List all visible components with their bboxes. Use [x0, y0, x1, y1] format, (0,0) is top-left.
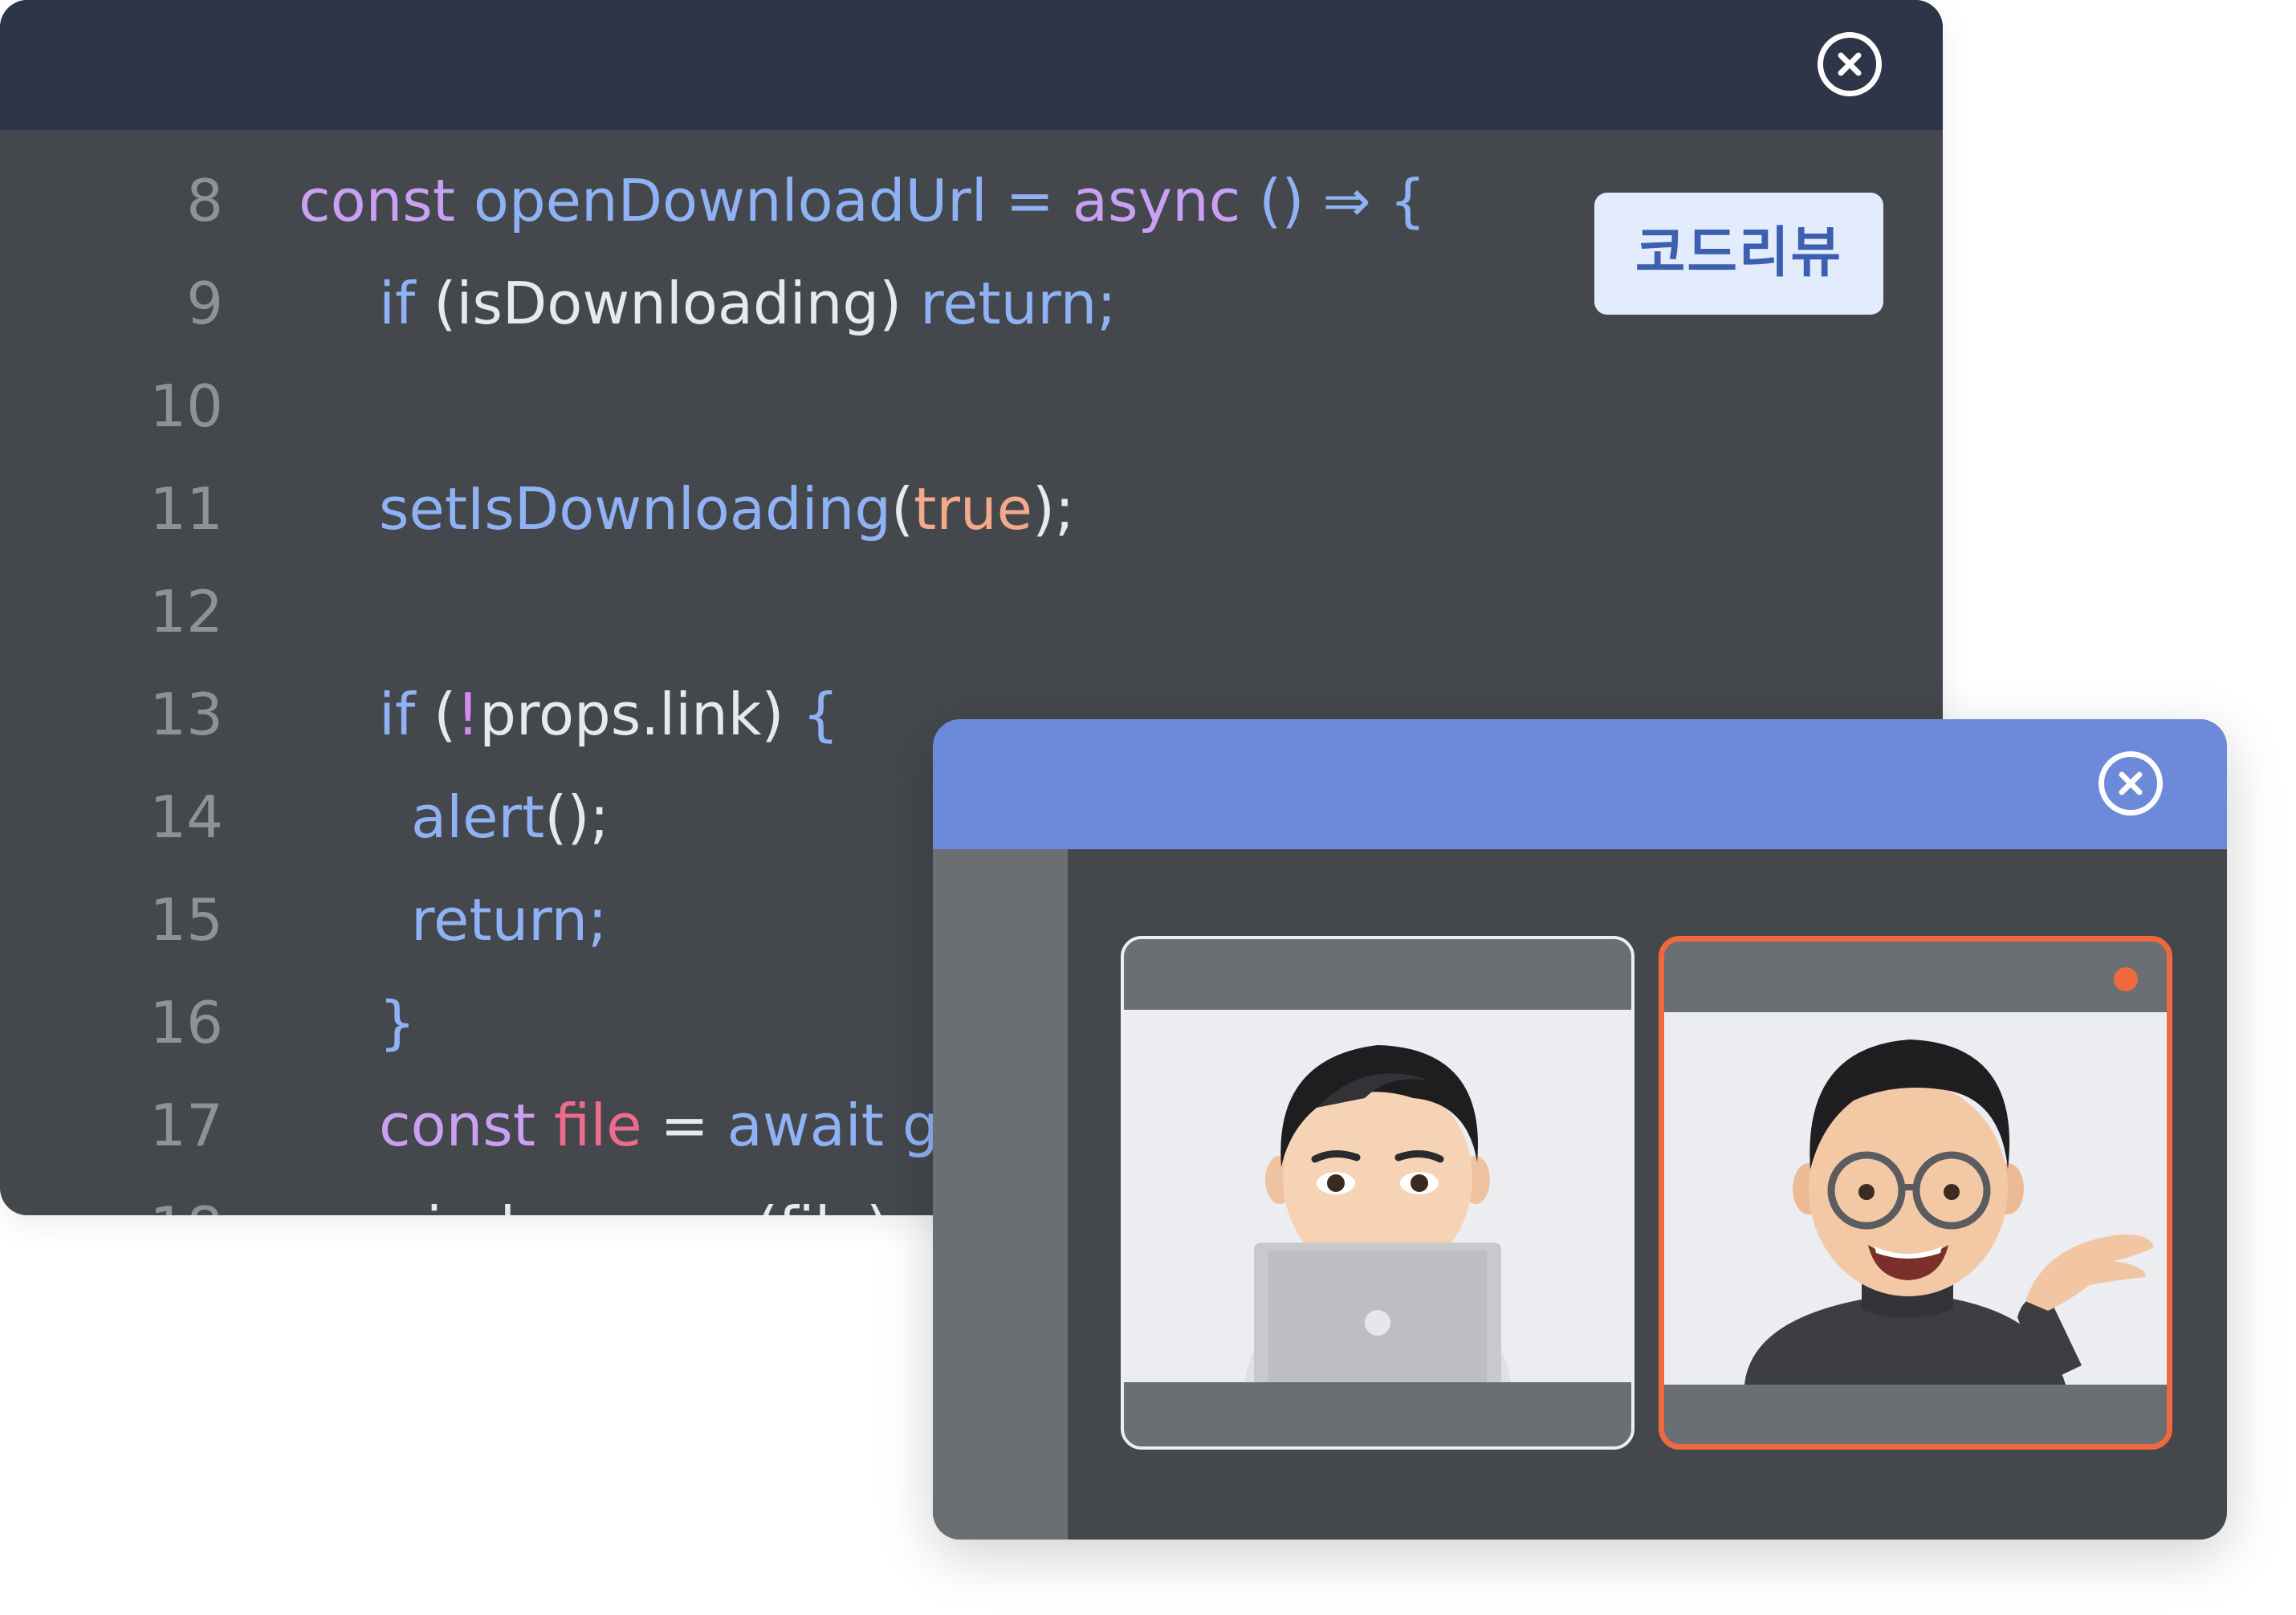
- line-number: 18: [149, 1177, 223, 1215]
- code-line: 12: [0, 560, 1943, 663]
- line-number: 12: [149, 578, 223, 645]
- participant-tile-header: [1664, 942, 2167, 1012]
- code-text: window.open(file);: [379, 1177, 908, 1215]
- code-token: return;: [411, 886, 608, 954]
- line-number: 14: [149, 783, 223, 851]
- code-token: async: [1072, 167, 1241, 234]
- code-token: props.link): [479, 681, 803, 748]
- code-token: true: [914, 475, 1032, 543]
- code-token: return;: [920, 270, 1117, 337]
- code-token: if: [379, 270, 416, 337]
- speaking-indicator-icon: [2114, 967, 2138, 991]
- line-number: 13: [149, 681, 223, 748]
- code-token: !: [456, 681, 480, 748]
- code-editor-titlebar: [0, 0, 1943, 130]
- line-number: 11: [149, 475, 223, 543]
- avatar-glasses-image: [1744, 1039, 2154, 1385]
- code-token: const: [299, 167, 474, 234]
- code-token: (isDownloading): [415, 270, 921, 337]
- participant-tile[interactable]: [1121, 936, 1634, 1450]
- code-token: () ⇒ {: [1240, 167, 1427, 234]
- participant-tile-header: [1124, 939, 1631, 1010]
- line-number: 17: [149, 1092, 223, 1159]
- code-token: ();: [544, 783, 609, 851]
- code-line: 11 setIsDownloading(true);: [0, 458, 1943, 560]
- video-call-titlebar: [933, 719, 2227, 849]
- code-text: if (!props.link) {: [379, 663, 839, 766]
- participant-tile-footer: [1664, 1385, 2167, 1444]
- code-token: {: [802, 681, 840, 748]
- code-token: window.open(file);: [379, 1194, 908, 1215]
- line-number: 9: [186, 270, 223, 337]
- code-token: =: [641, 1092, 727, 1159]
- participant-video: [1124, 1010, 1631, 1382]
- line-number: 10: [149, 372, 223, 440]
- code-token: }: [379, 989, 416, 1056]
- line-number: 15: [149, 886, 223, 954]
- code-text: }: [379, 971, 416, 1074]
- video-call-window: [933, 719, 2227, 1540]
- code-token: const: [379, 1092, 554, 1159]
- video-call-sidebar: [933, 849, 1068, 1540]
- code-text: setIsDownloading(true);: [379, 458, 1074, 560]
- code-review-badge[interactable]: 코드리뷰: [1594, 193, 1883, 315]
- code-token: (: [891, 475, 914, 543]
- code-token: openDownloadUrl: [473, 167, 987, 234]
- code-text: alert();: [411, 766, 609, 869]
- code-token: file: [553, 1092, 642, 1159]
- code-token: alert: [411, 783, 545, 851]
- code-token: );: [1032, 475, 1075, 543]
- avatar-laptop-image: [1244, 1045, 1511, 1382]
- close-icon[interactable]: [2099, 751, 2163, 816]
- code-text: return;: [411, 869, 607, 971]
- line-number: 8: [186, 167, 223, 234]
- code-text: if (isDownloading) return;: [379, 252, 1116, 355]
- code-token: await: [727, 1092, 902, 1159]
- code-text: const openDownloadUrl = async () ⇒ {: [299, 149, 1426, 252]
- code-token: if: [379, 681, 416, 748]
- code-token: (: [415, 681, 457, 748]
- participant-video: [1664, 1012, 2167, 1385]
- participant-tile-footer: [1124, 1382, 1631, 1446]
- line-number: 16: [149, 989, 223, 1056]
- close-icon[interactable]: [1818, 32, 1882, 96]
- code-token: =: [987, 167, 1073, 234]
- code-token: setIsDownloading: [379, 475, 892, 543]
- stage: 8 const openDownloadUrl = async () ⇒ { 9 if…: [0, 0, 2296, 1615]
- code-line: 10: [0, 355, 1943, 458]
- participant-tile-active[interactable]: [1659, 936, 2172, 1450]
